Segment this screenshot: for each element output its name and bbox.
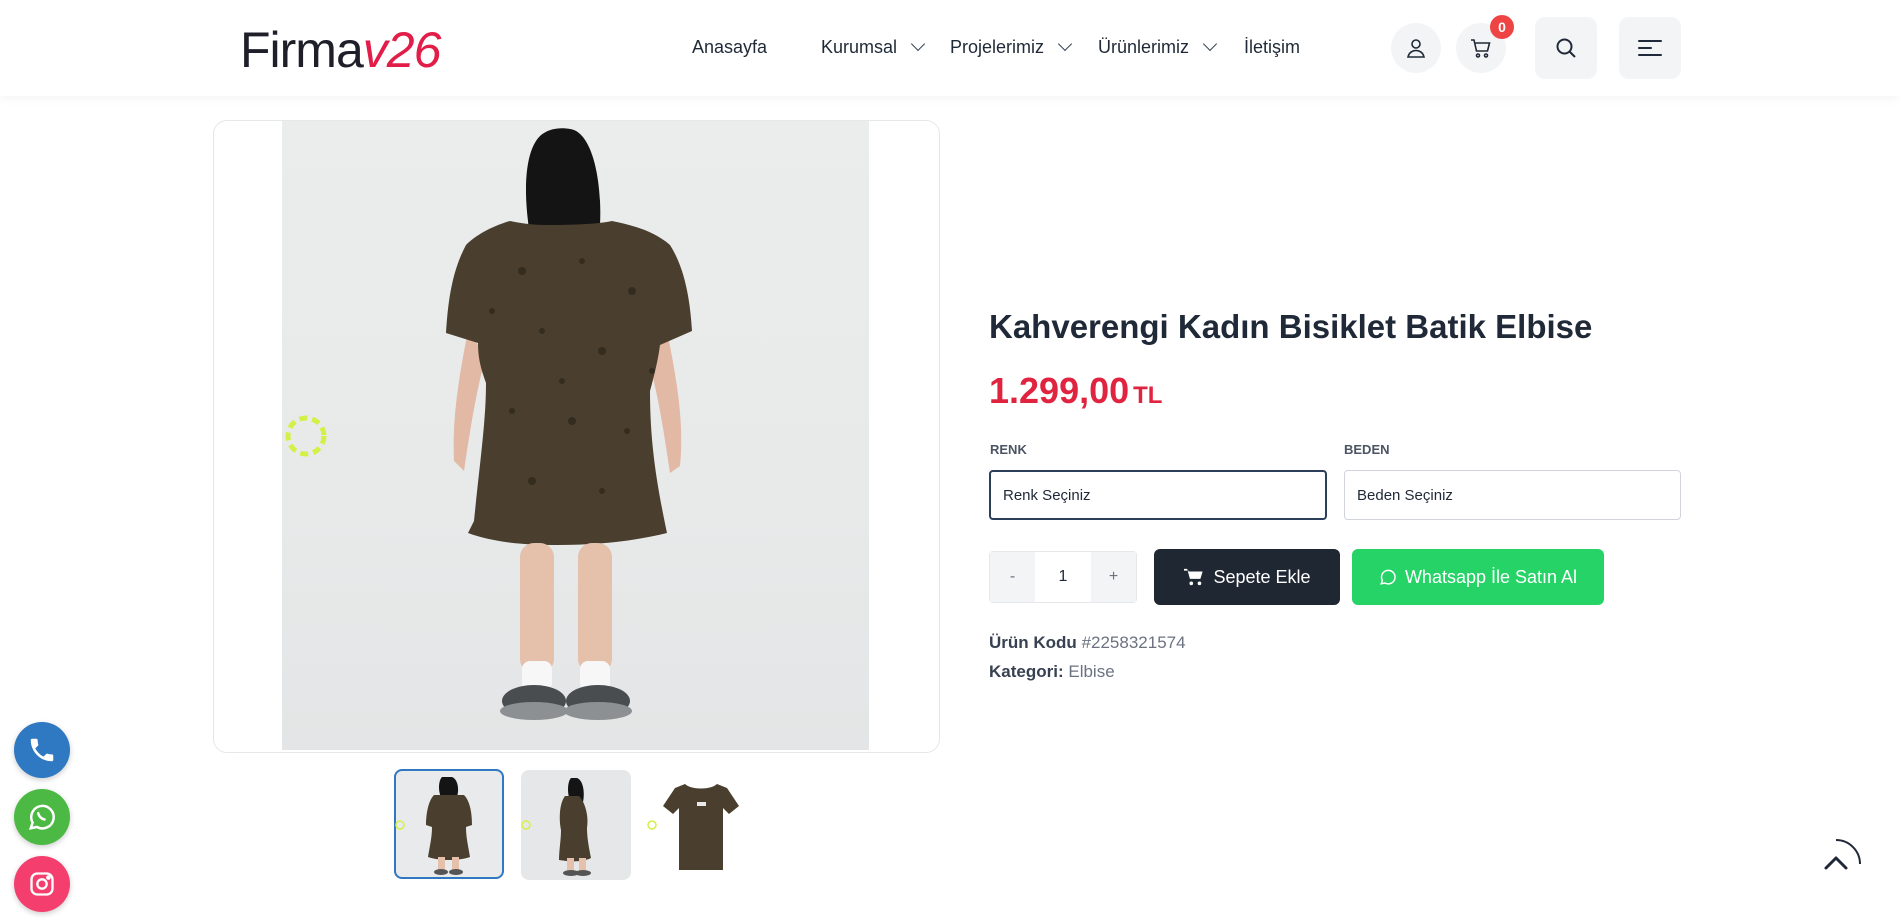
cart-icon <box>1471 39 1491 58</box>
logo-text-primary: Firma <box>240 22 364 78</box>
thumbnail-image <box>426 777 472 875</box>
nav-label: Anasayfa <box>692 37 768 57</box>
site-header: Firmav26 Anasayfa Kurumsal Projelerimiz … <box>0 0 1900 96</box>
dress-illustration <box>446 128 692 720</box>
menu-icon <box>1638 40 1662 56</box>
menu-button[interactable] <box>1619 17 1681 79</box>
instagram-icon <box>30 872 54 896</box>
logo-text-accent: v26 <box>362 22 442 78</box>
chevron-down-icon <box>1202 36 1218 51</box>
add-to-cart-label: Sepete Ekle <box>1213 566 1311 587</box>
thumbnail-image <box>559 778 591 876</box>
spinner-dot-icon <box>395 820 405 830</box>
chevron-up-icon <box>1824 839 1861 870</box>
instagram-button[interactable] <box>14 856 70 912</box>
account-button[interactable] <box>1391 23 1441 73</box>
cart-icon <box>1184 568 1204 586</box>
qty-input[interactable]: 1 <box>1035 552 1091 602</box>
nav-home[interactable]: Anasayfa <box>692 37 767 58</box>
category-link[interactable]: Elbise <box>1068 662 1114 681</box>
thumbnail-1[interactable] <box>394 769 504 879</box>
nav-label: Kurumsal <box>821 37 898 57</box>
search-icon <box>1556 38 1576 58</box>
nav-corporate[interactable]: Kurumsal <box>821 36 926 58</box>
quantity-stepper: - 1 + <box>989 551 1137 603</box>
search-button[interactable] <box>1535 17 1597 79</box>
thumbnail-image <box>663 784 739 870</box>
qty-decrease-button[interactable]: - <box>990 552 1035 602</box>
brand-logo[interactable]: Firmav26 <box>240 22 442 78</box>
color-select[interactable]: Renk Seçiniz <box>989 470 1327 520</box>
nav-label: Ürünlerimiz <box>1098 37 1190 57</box>
whatsapp-buy-button[interactable]: Whatsapp İle Satın Al <box>1352 549 1604 605</box>
phone-icon <box>30 738 54 762</box>
product-price: 1.299,00 TL <box>989 370 1162 412</box>
spinner-dot-icon <box>647 820 657 830</box>
whatsapp-float-button[interactable] <box>14 789 70 845</box>
product-title: Kahverengi Kadın Bisiklet Batik Elbise <box>989 308 1593 345</box>
nav-projects[interactable]: Projelerimiz <box>950 36 1073 58</box>
price-value: 1.299,00 <box>989 370 1130 411</box>
whatsapp-buy-label: Whatsapp İle Satın Al <box>1404 566 1578 587</box>
cart-count-badge: 0 <box>1490 15 1514 39</box>
product-category: Kategori: Elbise <box>989 662 1115 682</box>
code-label: Ürün Kodu <box>989 633 1077 652</box>
color-label: RENK <box>990 442 1027 457</box>
nav-label: Projelerimiz <box>950 37 1045 57</box>
whatsapp-icon <box>28 804 55 830</box>
spinner-dot-icon <box>521 820 531 830</box>
user-icon <box>1407 39 1425 58</box>
back-to-top-button[interactable] <box>1810 838 1862 890</box>
loading-spinner-icon <box>285 415 327 457</box>
thumbnail-3[interactable] <box>645 770 755 880</box>
category-label: Kategori: <box>989 662 1064 681</box>
product-code: Ürün Kodu #2258321574 <box>989 633 1186 653</box>
size-select[interactable]: Beden Seçiniz <box>1344 470 1681 520</box>
chevron-down-icon <box>910 36 926 51</box>
nav-label: İletişim <box>1244 37 1301 57</box>
nav-contact[interactable]: İletişim <box>1244 37 1300 58</box>
nav-products[interactable]: Ürünlerimiz <box>1098 36 1218 58</box>
price-currency: TL <box>1133 382 1163 409</box>
qty-increase-button[interactable]: + <box>1091 552 1136 602</box>
code-value: #2258321574 <box>1081 633 1186 652</box>
thumbnail-2[interactable] <box>521 770 631 880</box>
chevron-down-icon <box>1057 36 1073 51</box>
product-main-image[interactable] <box>282 121 869 750</box>
phone-button[interactable] <box>14 722 70 778</box>
size-label: BEDEN <box>1344 442 1390 457</box>
add-to-cart-button[interactable]: Sepete Ekle <box>1154 549 1340 605</box>
whatsapp-icon <box>1380 569 1396 585</box>
